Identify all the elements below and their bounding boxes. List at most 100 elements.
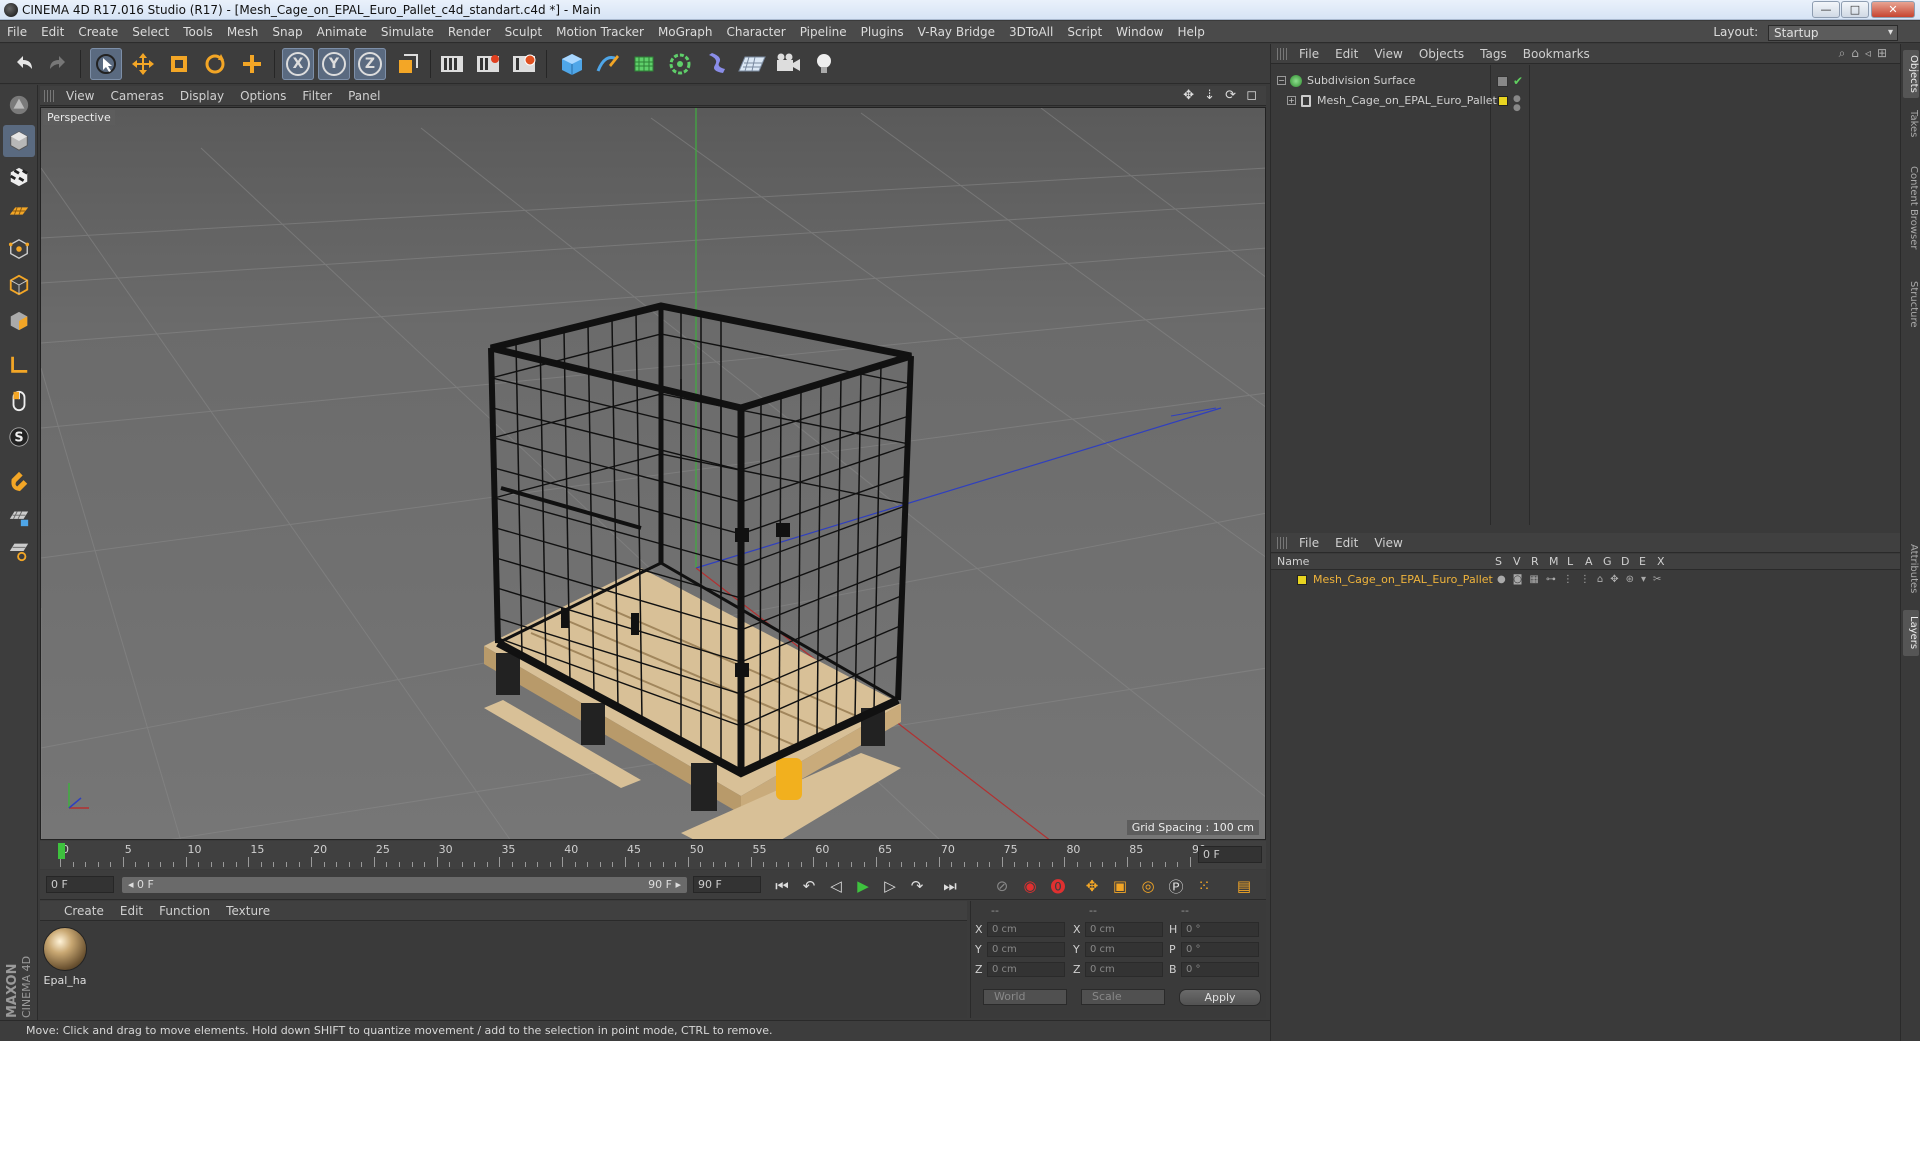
axis-y-icon[interactable]: Y: [318, 48, 350, 80]
menu-mograph[interactable]: MoGraph: [651, 21, 720, 43]
current-frame-field[interactable]: 0 F: [1198, 846, 1262, 863]
object-menu-tags[interactable]: Tags: [1472, 44, 1515, 64]
object-menu-view[interactable]: View: [1366, 44, 1410, 64]
position-key-icon[interactable]: ✥: [1080, 874, 1104, 898]
menu-snap[interactable]: Snap: [265, 21, 309, 43]
column-view[interactable]: V: [1513, 555, 1521, 568]
workplane-icon[interactable]: [3, 195, 35, 227]
size-z-field[interactable]: 0 cm: [1085, 962, 1163, 977]
layer-menu-file[interactable]: File: [1291, 533, 1327, 553]
planar-workplane-icon[interactable]: [3, 535, 35, 567]
minimize-button[interactable]: —: [1812, 1, 1840, 18]
add-icon[interactable]: [236, 48, 268, 80]
rotate-icon[interactable]: [199, 48, 231, 80]
start-frame-field[interactable]: 0 F: [46, 876, 114, 893]
size-mode-dropdown[interactable]: Scale: [1081, 989, 1165, 1005]
autokeying-icon[interactable]: ◉: [1018, 874, 1042, 898]
object-menu-objects[interactable]: Objects: [1411, 44, 1472, 64]
menu-window[interactable]: Window: [1109, 21, 1170, 43]
lock-workplane-icon[interactable]: [3, 501, 35, 533]
select-arrow-icon[interactable]: [90, 48, 122, 80]
frame-ruler[interactable]: 051015202530354045505560657075808590: [50, 841, 1206, 869]
column-deformers[interactable]: D: [1621, 555, 1629, 568]
menu-plugins[interactable]: Plugins: [854, 21, 911, 43]
subdivision-icon[interactable]: [628, 48, 660, 80]
object-menu-file[interactable]: File: [1291, 44, 1327, 64]
next-key-icon[interactable]: ↷: [905, 874, 929, 898]
floor-icon[interactable]: [736, 48, 768, 80]
side-tab-structure[interactable]: Structure: [1903, 274, 1919, 334]
cube-icon[interactable]: [556, 48, 588, 80]
column-expressions[interactable]: E: [1639, 555, 1646, 568]
object-name[interactable]: Mesh_Cage_on_EPAL_Euro_Pallet: [1317, 92, 1497, 110]
size-x-field[interactable]: 0 cm: [1085, 922, 1163, 937]
layer-menu-edit[interactable]: Edit: [1327, 533, 1366, 553]
layer-row[interactable]: Mesh_Cage_on_EPAL_Euro_Pallet ●◙▦⊶⋮⋮⌂✥⊛▾…: [1271, 571, 1901, 589]
apply-button[interactable]: Apply: [1179, 989, 1261, 1006]
array-icon[interactable]: [664, 48, 696, 80]
3d-viewport[interactable]: Perspective Grid Spacing : 100 cm: [40, 107, 1266, 840]
position-z-field[interactable]: 0 cm: [987, 962, 1065, 977]
make-editable-icon[interactable]: [3, 89, 35, 121]
menu-edit[interactable]: Edit: [34, 21, 71, 43]
position-x-field[interactable]: 0 cm: [987, 922, 1065, 937]
deformer-icon[interactable]: [700, 48, 732, 80]
timeline-ruler[interactable]: 051015202530354045505560657075808590 0 F: [40, 841, 1266, 869]
viewport-menu-cameras[interactable]: Cameras: [102, 86, 171, 106]
expand-toggle[interactable]: +: [1287, 96, 1296, 105]
edit-render-settings-icon[interactable]: [508, 48, 540, 80]
pen-spline-icon[interactable]: [592, 48, 624, 80]
viewport-menu-options[interactable]: Options: [232, 86, 294, 106]
menu-pipeline[interactable]: Pipeline: [793, 21, 854, 43]
maximize-button[interactable]: □: [1841, 1, 1869, 18]
layer-color-swatch[interactable]: [1498, 96, 1508, 106]
render-picture-viewer-icon[interactable]: [472, 48, 504, 80]
next-frame-icon[interactable]: ▷: [878, 874, 902, 898]
column-render[interactable]: R: [1531, 555, 1539, 568]
menu-select[interactable]: Select: [125, 21, 176, 43]
material-menu-function[interactable]: Function: [151, 901, 218, 921]
coordinate-system-icon[interactable]: [392, 48, 424, 80]
point-level-animation-icon[interactable]: ⁙: [1192, 874, 1216, 898]
play-icon[interactable]: ▶: [851, 874, 875, 898]
viewport-navigation-icons[interactable]: ✥ ⇣ ⟳ ◻: [1183, 88, 1260, 103]
frame-range-slider[interactable]: ◂ 0 F 90 F ▸: [122, 877, 687, 893]
light-icon[interactable]: [808, 48, 840, 80]
enabled-check-icon[interactable]: ✔: [1513, 72, 1523, 90]
rotation-key-icon[interactable]: ◎: [1136, 874, 1160, 898]
viewport-menu-view[interactable]: View: [58, 86, 102, 106]
snap-icon[interactable]: S: [3, 421, 35, 453]
material-preview-ball[interactable]: [43, 927, 87, 971]
close-button[interactable]: ✕: [1871, 1, 1915, 18]
menu-vray-bridge[interactable]: V-Ray Bridge: [911, 21, 1002, 43]
menu-3dtoall[interactable]: 3DToAll: [1002, 21, 1060, 43]
column-name[interactable]: Name: [1277, 555, 1309, 568]
column-solo[interactable]: S: [1495, 555, 1502, 568]
previous-key-icon[interactable]: ↶: [797, 874, 821, 898]
layer-flag-icons[interactable]: ●◙▦⊶⋮⋮⌂✥⊛▾✂: [1497, 571, 1668, 589]
end-frame-field[interactable]: 90 F: [693, 876, 761, 893]
parameter-key-icon[interactable]: Ⓟ: [1164, 874, 1188, 898]
material-menu-create[interactable]: Create: [56, 901, 112, 921]
object-row-subdivision-surface[interactable]: − Subdivision Surface ✔: [1271, 72, 1901, 90]
rotation-h-field[interactable]: 0 °: [1181, 922, 1259, 937]
model-mode-icon[interactable]: [3, 125, 35, 157]
coordinate-space-dropdown[interactable]: World: [983, 989, 1067, 1005]
rotation-b-field[interactable]: 0 °: [1181, 962, 1259, 977]
go-to-start-icon[interactable]: ⏮: [770, 874, 794, 898]
menu-create[interactable]: Create: [71, 21, 125, 43]
render-view-icon[interactable]: [436, 48, 468, 80]
previous-frame-icon[interactable]: ◁: [824, 874, 848, 898]
size-y-field[interactable]: 0 cm: [1085, 942, 1163, 957]
layer-color-swatch[interactable]: [1297, 575, 1307, 585]
keyframe-selection-icon[interactable]: ⓿: [1046, 874, 1070, 898]
undo-icon[interactable]: [8, 48, 40, 80]
polygons-mode-icon[interactable]: [3, 305, 35, 337]
side-tab-objects[interactable]: Objects: [1903, 50, 1919, 98]
side-tab-content-browser[interactable]: Content Browser: [1903, 148, 1919, 268]
object-row-mesh-cage[interactable]: + Mesh_Cage_on_EPAL_Euro_Pallet ● ●: [1271, 92, 1901, 113]
scale-icon[interactable]: [163, 48, 195, 80]
menu-animate[interactable]: Animate: [310, 21, 374, 43]
axis-x-icon[interactable]: X: [282, 48, 314, 80]
position-y-field[interactable]: 0 cm: [987, 942, 1065, 957]
